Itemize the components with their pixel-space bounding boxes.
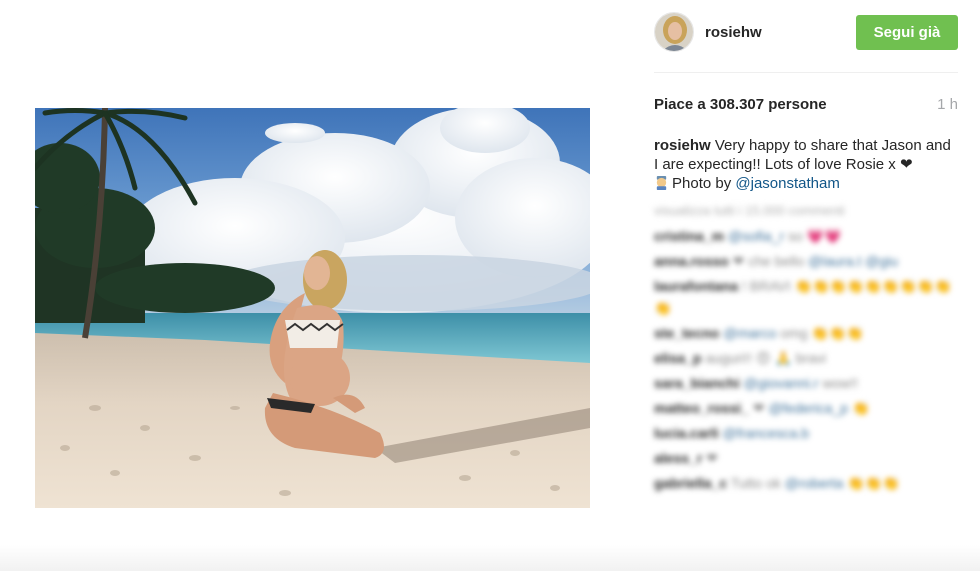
list-item: lucia.carli @francesca.b	[654, 422, 958, 444]
man-emoji-icon	[656, 175, 667, 190]
comment-text: ❤ che bello	[732, 253, 805, 269]
load-more-comments[interactable]: visualizza tutti i 15.000 commenti	[654, 200, 958, 222]
caption-username[interactable]: rosiehw	[654, 137, 711, 154]
post-time[interactable]: 1 h	[937, 96, 958, 113]
post-header: rosiehw Segui già	[654, 12, 958, 54]
comment-text: ❤	[706, 450, 718, 466]
comment-emoji: 👏👏👏	[847, 475, 900, 491]
post-photo[interactable]	[35, 108, 590, 508]
list-item: ste_tecno @marco omg 👏👏👏	[654, 322, 958, 344]
comment-mention[interactable]: @roberta	[785, 475, 844, 491]
comment-text: omg	[780, 325, 808, 341]
comment-user[interactable]: elisa_p	[654, 350, 701, 366]
comment-text: ! BRAVI	[741, 278, 791, 294]
caption-mention[interactable]: @jasonstatham	[735, 175, 839, 192]
list-item: elisa_p auguri!! 😍 🙏 bravi	[654, 347, 958, 369]
list-item: gabriella_c Tutto ok @roberta 👏👏👏	[654, 472, 958, 494]
list-item: cristina_m @sofia_r so 💗💗	[654, 225, 958, 247]
comment-mention[interactable]: @giu	[865, 253, 898, 269]
comment-user[interactable]: gabriella_c	[654, 475, 727, 491]
comment-emoji: 👏	[851, 400, 870, 416]
post-sidebar: rosiehw Segui già Piace a 308.307 person…	[654, 0, 958, 571]
comment-user[interactable]: laurafontana	[654, 278, 738, 294]
comment-user[interactable]: cristina_m	[654, 228, 724, 244]
comment-text: wow!!	[822, 375, 859, 391]
comment-user[interactable]: ste_tecno	[654, 325, 719, 341]
divider	[654, 72, 958, 73]
comments-list: visualizza tutti i 15.000 commenti crist…	[654, 200, 958, 497]
comment-mention[interactable]: @marco	[723, 325, 776, 341]
comment-mention[interactable]: @sofia_r	[728, 228, 784, 244]
comment-mention[interactable]: @giovanni.r	[744, 375, 819, 391]
list-item: matteo_rossi_ ❤ @federica_p 👏	[654, 397, 958, 419]
comment-user[interactable]: aless_r	[654, 450, 702, 466]
comment-mention[interactable]: @laura.t	[808, 253, 861, 269]
likes-count[interactable]: Piace a 308.307 persone	[654, 96, 827, 113]
comment-text: so	[788, 228, 803, 244]
comment-emoji: 💗💗	[806, 228, 842, 244]
comment-user[interactable]: sara_bianchi	[654, 375, 740, 391]
comment-text: auguri!! 😍 🙏 bravi	[705, 350, 827, 366]
list-item: sara_bianchi @giovanni.r wow!!	[654, 372, 958, 394]
comment-emoji: 👏👏👏	[811, 325, 864, 341]
username[interactable]: rosiehw	[705, 24, 762, 41]
follow-button[interactable]: Segui già	[856, 15, 958, 50]
list-item: anna.rosso ❤ che bello @laura.t @giu	[654, 250, 958, 272]
bottom-fade	[0, 545, 980, 571]
post-caption: rosiehw Very happy to share that Jason a…	[654, 136, 954, 193]
instagram-post-view: rosiehw Segui già Piace a 308.307 person…	[0, 0, 980, 571]
list-item: aless_r ❤	[654, 447, 958, 469]
comment-user[interactable]: lucia.carli	[654, 425, 719, 441]
list-item: laurafontana ! BRAVI 👏👏👏👏👏👏👏👏👏👏	[654, 275, 958, 319]
comment-text: Tutto ok	[730, 475, 781, 491]
avatar[interactable]	[654, 12, 694, 52]
comment-mention[interactable]: @federica_p	[768, 400, 848, 416]
comment-user[interactable]: matteo_rossi_	[654, 400, 749, 416]
comment-mention[interactable]: @francesca.b	[722, 425, 809, 441]
comment-text: ❤	[752, 400, 765, 416]
comment-user[interactable]: anna.rosso	[654, 253, 729, 269]
caption-photo-by: Photo by	[672, 175, 732, 192]
